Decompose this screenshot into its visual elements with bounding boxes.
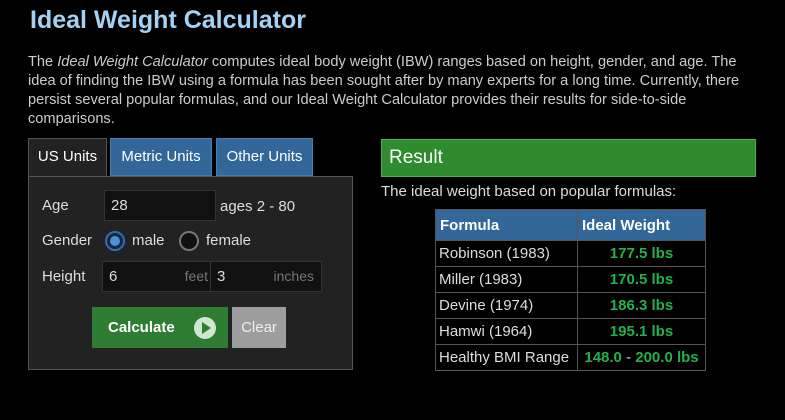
table-row: Hamwi (1964) 195.1 lbs (435, 318, 706, 345)
bmi-range-high: 200.0 lbs (635, 349, 699, 366)
result-table: Formula Ideal Weight Robinson (1983) 177… (435, 209, 706, 371)
result-header-row: Formula Ideal Weight (435, 209, 706, 241)
result-subtitle: The ideal weight based on popular formul… (381, 183, 677, 200)
clear-button[interactable]: Clear (232, 307, 286, 348)
height-inches-input[interactable]: 3 inches (210, 261, 322, 292)
tab-metric-units[interactable]: Metric Units (110, 138, 212, 176)
formula-name: Miller (1983) (435, 266, 578, 293)
calculator-form: Age 28 ages 2 - 80 Gender male female He… (28, 176, 353, 370)
height-feet-unit: feet (184, 268, 208, 284)
weight-value: 170.5 lbs (577, 266, 706, 293)
age-input[interactable]: 28 (104, 190, 216, 221)
height-feet-value: 6 (109, 268, 118, 285)
table-row-bmi: Healthy BMI Range 148.0 - 200.0 lbs (435, 344, 706, 371)
weight-value: 186.3 lbs (577, 292, 706, 319)
height-inches-value: 3 (217, 268, 226, 285)
calculate-button-label: Calculate (108, 319, 175, 336)
column-header-ideal-weight: Ideal Weight (577, 209, 706, 241)
result-heading: Result (381, 139, 756, 177)
column-header-formula: Formula (435, 209, 578, 241)
height-inches-unit: inches (273, 268, 314, 284)
height-feet-input[interactable]: 6 feet (102, 261, 212, 292)
age-label: Age (42, 197, 69, 214)
bmi-range-value: 148.0 - 200.0 lbs (577, 344, 706, 371)
formula-name: Devine (1974) (435, 292, 578, 319)
tab-us-units[interactable]: US Units (28, 138, 107, 177)
play-icon (194, 317, 216, 339)
calculate-button[interactable]: Calculate (92, 307, 228, 348)
gender-male-label[interactable]: male (132, 232, 165, 249)
gender-female-radio[interactable] (179, 231, 199, 251)
height-label: Height (42, 268, 86, 285)
gender-male-radio[interactable] (105, 231, 125, 251)
gender-female-label[interactable]: female (206, 232, 251, 249)
gender-label: Gender (42, 232, 93, 249)
table-row: Devine (1974) 186.3 lbs (435, 292, 706, 319)
weight-value: 195.1 lbs (577, 318, 706, 345)
table-row: Robinson (1983) 177.5 lbs (435, 240, 706, 267)
bmi-range-label: Healthy BMI Range (435, 344, 578, 371)
formula-name: Robinson (1983) (435, 240, 578, 267)
bmi-range-separator: - (621, 349, 636, 366)
intro-text: The Ideal Weight Calculator computes ide… (28, 54, 740, 127)
formula-name: Hamwi (1964) (435, 318, 578, 345)
page-title: Ideal Weight Calculator (30, 6, 306, 34)
age-hint: ages 2 - 80 (220, 198, 296, 215)
bmi-range-low: 148.0 (584, 349, 622, 366)
table-row: Miller (1983) 170.5 lbs (435, 266, 706, 293)
tab-other-units[interactable]: Other Units (216, 138, 313, 176)
intro-emphasis: Ideal Weight Calculator (57, 54, 208, 70)
weight-value: 177.5 lbs (577, 240, 706, 267)
